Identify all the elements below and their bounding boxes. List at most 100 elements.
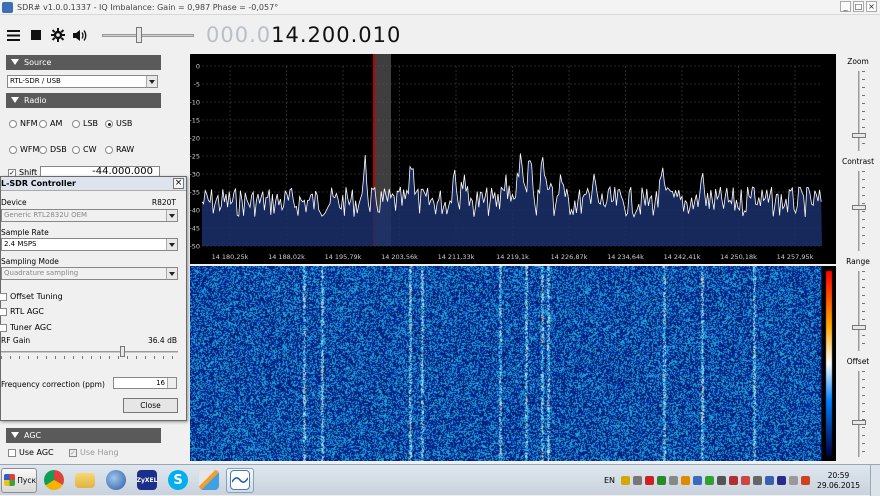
tray-orange-icon[interactable] <box>681 476 691 485</box>
taskbar-app-thunderbird[interactable] <box>102 468 130 493</box>
freq-tick-label: 14 250,18k <box>720 253 757 261</box>
contrast-thumb[interactable] <box>852 204 866 210</box>
spectrum-analyzer[interactable]: 0 -5 -10 -15 -20 -25 -30 -35 -40 -45 -50 14 180,25k… <box>189 54 836 264</box>
sample-rate-select[interactable]: 2.4 MSPS <box>1 238 178 251</box>
taskbar-app-paint[interactable] <box>195 468 223 493</box>
maximize-button[interactable]: □ <box>853 1 864 12</box>
volume-slider[interactable] <box>102 25 194 45</box>
sampling-mode-label: Sampling Mode <box>1 257 59 266</box>
tray-usb-icon[interactable] <box>669 476 679 485</box>
offset-thumb[interactable] <box>852 419 866 425</box>
checkbox-box[interactable] <box>0 323 7 332</box>
radio-dot[interactable] <box>39 119 47 128</box>
dropdown-arrow-icon[interactable] <box>166 210 177 221</box>
contrast-slider[interactable] <box>852 171 866 251</box>
tray-alert-icon[interactable] <box>801 476 811 485</box>
waterfall-display[interactable] <box>190 266 836 461</box>
mode-radio-wfm[interactable]: WFM <box>9 145 39 154</box>
mode-radio-nfm[interactable]: NFM <box>9 119 38 128</box>
use-agc-checkbox[interactable]: Use AGC <box>8 448 54 457</box>
offset-slider[interactable] <box>852 371 866 457</box>
tray-red-icon[interactable] <box>729 476 739 485</box>
tray-volume-icon[interactable] <box>717 476 727 485</box>
radio-dot[interactable] <box>72 145 80 154</box>
dropdown-arrow-icon[interactable] <box>166 239 177 250</box>
spinner-arrows-icon[interactable] <box>167 378 176 388</box>
spectrum-plot[interactable]: 0 -5 -10 -15 -20 -25 -30 -35 -40 -45 -50 14 180,25k… <box>189 54 836 264</box>
radio-dot[interactable] <box>39 145 47 154</box>
agc-section-header[interactable]: AGC <box>6 428 161 443</box>
tray-shield-icon[interactable] <box>633 476 643 485</box>
close-window-button[interactable]: × <box>866 1 877 12</box>
mode-radio-dsb[interactable]: DSB <box>39 145 67 154</box>
start-button[interactable]: Пуск <box>1 467 37 493</box>
checkbox-box[interactable] <box>8 448 16 457</box>
frequency-bright-digits[interactable]: 14.200.010 <box>271 23 401 47</box>
use-hang-checkbox[interactable]: ✓ Use Hang <box>69 448 119 457</box>
radio-dot[interactable] <box>105 119 113 128</box>
sampling-mode-select[interactable]: Quadrature sampling <box>1 267 178 280</box>
checkbox-box[interactable]: ✓ <box>69 448 77 457</box>
radio-dot[interactable] <box>72 119 80 128</box>
dialog-title-bar[interactable]: L-SDR Controller <box>1 177 186 191</box>
minimize-button[interactable]: _ <box>840 1 851 12</box>
tray-flag-icon[interactable] <box>765 476 775 485</box>
radio-section-header[interactable]: Radio <box>6 93 161 108</box>
tray-antivirus-icon[interactable] <box>645 476 655 485</box>
source-device-select[interactable]: RTL-SDR / USB <box>7 75 158 88</box>
taskbar-clock[interactable]: 20:59 29.06.2015 <box>817 471 860 491</box>
frequency-correction-input[interactable]: 16 <box>113 377 177 389</box>
dropdown-arrow-icon[interactable] <box>166 268 177 279</box>
tuner-agc-checkbox[interactable]: Tuner AGC <box>0 323 52 332</box>
tray-blue-icon[interactable] <box>693 476 703 485</box>
radio-dot[interactable] <box>9 119 17 128</box>
mode-radio-cw[interactable]: CW <box>72 145 97 154</box>
radio-dot[interactable] <box>105 145 113 154</box>
frequency-dim-digits[interactable]: 000.0 <box>206 23 271 47</box>
language-indicator[interactable]: EN <box>604 476 615 485</box>
range-slider[interactable] <box>852 271 866 351</box>
source-section-header[interactable]: Source <box>6 55 161 70</box>
tray-app-icon[interactable] <box>777 476 787 485</box>
dropdown-arrow-icon[interactable] <box>146 76 157 87</box>
taskbar-app-explorer[interactable] <box>71 468 99 493</box>
offset-tuning-checkbox[interactable]: Offset Tuning <box>0 292 63 301</box>
tray-display-icon[interactable] <box>753 476 763 485</box>
mode-radio-am[interactable]: AM <box>39 119 62 128</box>
waterfall-canvas[interactable] <box>190 266 836 461</box>
mode-radio-usb[interactable]: USB <box>105 119 132 128</box>
taskbar-app-sdr[interactable] <box>226 467 254 493</box>
volume-thumb[interactable] <box>136 27 143 43</box>
zoom-slider[interactable] <box>852 71 866 151</box>
rf-gain-thumb[interactable] <box>119 346 125 357</box>
dialog-close-icon[interactable]: × <box>173 178 184 189</box>
taskbar-app-chrome[interactable] <box>40 468 68 493</box>
rtl-agc-checkbox[interactable]: RTL AGC <box>0 307 44 316</box>
rf-gain-slider[interactable] <box>1 345 178 359</box>
window-title-bar[interactable]: SDR# v1.0.0.1337 - IQ Imbalance: Gain = … <box>0 0 880 15</box>
device-select[interactable]: Generic RTL2832U OEM <box>1 209 178 222</box>
gear-icon[interactable] <box>49 27 66 44</box>
close-button[interactable]: Close <box>123 398 178 413</box>
stop-icon[interactable] <box>27 27 44 44</box>
radio-dot[interactable] <box>9 145 17 154</box>
checkbox-box[interactable] <box>0 292 7 301</box>
speaker-icon[interactable] <box>71 27 88 44</box>
skype-icon: S <box>168 470 188 490</box>
tray-signal-icon[interactable] <box>789 476 799 485</box>
taskbar-app-skype[interactable]: S <box>164 468 192 493</box>
hamburger-icon[interactable] <box>5 27 22 44</box>
tray-network-icon[interactable] <box>621 476 631 485</box>
show-desktop-button[interactable] <box>870 465 880 496</box>
mode-radio-raw[interactable]: RAW <box>105 145 134 154</box>
zoom-thumb[interactable] <box>852 132 866 138</box>
checkbox-box[interactable] <box>0 307 7 316</box>
mode-radio-lsb[interactable]: LSB <box>72 119 98 128</box>
frequency-display[interactable]: 000.014.200.010 <box>206 23 401 47</box>
contrast-label: Contrast <box>841 157 875 166</box>
taskbar-app-zyxel[interactable]: ZyXEL <box>133 468 161 493</box>
range-thumb[interactable] <box>852 325 866 330</box>
tray-monitor-icon[interactable] <box>741 476 751 485</box>
tray-green-icon[interactable] <box>657 476 667 485</box>
tray-check-icon[interactable] <box>705 476 715 485</box>
